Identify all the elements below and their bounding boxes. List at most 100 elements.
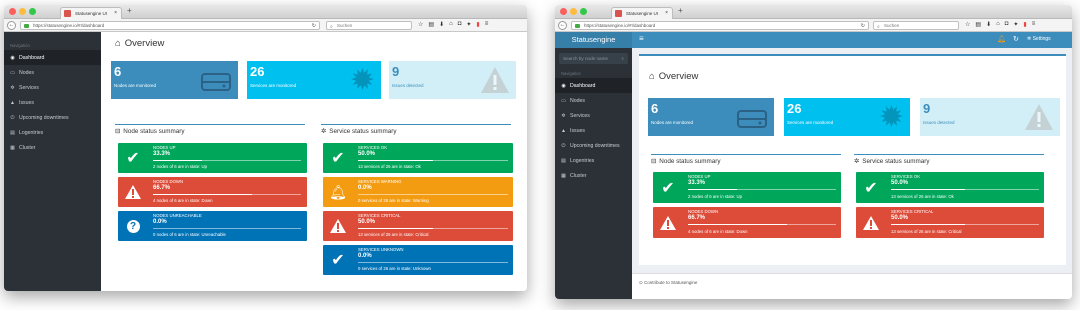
warning-icon — [1025, 104, 1053, 130]
tab-close-button[interactable]: × — [665, 8, 668, 19]
sidebar-item-logentries[interactable]: ▤ Logentries — [4, 125, 101, 140]
browser-search-input[interactable]: ⌕ Suchen — [326, 21, 412, 30]
home-icon[interactable]: ⌂ — [449, 21, 453, 28]
card-progress — [358, 262, 508, 263]
info-box-services[interactable]: 26 Services are monitored ✹ — [247, 61, 381, 99]
address-bar[interactable]: https://statusengine.io/#!/dashboard ↻ — [571, 21, 869, 30]
reload-icon[interactable]: ↻ — [861, 22, 865, 30]
sidebar-item-label: Cluster — [570, 172, 587, 179]
hamburger-menu-icon[interactable]: ≡ — [485, 21, 489, 28]
card-progress — [688, 189, 836, 190]
close-window-button[interactable] — [560, 8, 567, 15]
close-window-button[interactable] — [9, 8, 16, 15]
settings-label: Settings — [1032, 36, 1051, 42]
node-card-up[interactable]: ✔ NODES UP 33.3% 2 nodes of 6 are in sta… — [653, 172, 841, 203]
info-box-label: Services are monitored — [787, 120, 834, 125]
node-summary-header: ⊟ Node status summary — [115, 124, 305, 135]
info-box-issues[interactable]: 9 Issues detected — [389, 61, 516, 99]
reading-list-icon[interactable]: ▤ — [428, 21, 434, 28]
service-card-warning[interactable]: 🔔︎ SERVICES WARNING 0.0% 0 services of 2… — [323, 177, 513, 207]
service-card-critical[interactable]: SERVICES CRITICAL 50.0% 13 services of 2… — [856, 207, 1044, 238]
address-bar[interactable]: https://statusengine.io/#!/dashboard ↻ — [20, 21, 320, 30]
bell-icon: 🔔︎ — [329, 183, 347, 200]
extension-icon[interactable]: ✦ — [466, 21, 471, 28]
sidebar-item-downtimes[interactable]: ⏻ Upcoming downtimes — [4, 110, 101, 125]
tab-close-button[interactable]: × — [114, 8, 117, 19]
new-tab-button[interactable]: + — [678, 6, 683, 15]
refresh-icon[interactable]: ↻ — [1013, 35, 1019, 43]
sidebar-item-nodes[interactable]: ▭ Nodes — [4, 65, 101, 80]
server-icon: ▦ — [561, 172, 566, 179]
search-icon: ⌕ — [621, 56, 624, 61]
card-description: 4 nodes of 6 are in state: Down — [688, 229, 748, 234]
addon-icon[interactable]: ▮ — [1023, 21, 1026, 28]
sidebar-item-dashboard[interactable]: ◉ Dashboard — [555, 78, 632, 93]
reload-icon[interactable]: ↻ — [312, 22, 316, 30]
card-description: 13 services of 26 are in state: Critical — [891, 229, 962, 234]
sidebar-item-cluster[interactable]: ▦ Cluster — [555, 168, 632, 183]
home-icon: ⌂ — [649, 71, 655, 82]
main-content: ⌂ Overview 6 Nodes are monitored 26 Servi… — [632, 48, 1072, 299]
warning-icon — [653, 207, 683, 238]
maximize-window-button[interactable] — [29, 8, 36, 15]
addon-icon[interactable]: ▮ — [476, 21, 479, 28]
sidebar-item-logentries[interactable]: ▤ Logentries — [555, 153, 632, 168]
star-icon[interactable]: ☆ — [965, 21, 970, 28]
notification-bell-icon[interactable]: 🔔︎ — [997, 35, 1006, 43]
sidebar-item-downtimes[interactable]: ⏻ Upcoming downtimes — [555, 138, 632, 153]
sidebar-item-services[interactable]: ✲ Services — [4, 80, 101, 95]
new-tab-button[interactable]: + — [127, 6, 132, 15]
node-card-up[interactable]: ✔ NODES UP 33.3% 2 nodes of 6 are in sta… — [118, 143, 307, 173]
download-icon[interactable]: ⬇ — [439, 21, 444, 28]
browser-tab[interactable]: Statusengine UI × — [60, 7, 122, 19]
hamburger-menu-icon[interactable]: ≡ — [1032, 21, 1036, 28]
browser-search-input[interactable]: ⌕ Suchen — [873, 21, 959, 30]
page-title-text: Overview — [124, 38, 165, 49]
card-percent: 0.0% — [358, 253, 372, 259]
node-card-down[interactable]: NODES DOWN 66.7% 4 nodes of 6 are in sta… — [653, 207, 841, 238]
back-arrow-icon[interactable]: ← — [558, 21, 567, 30]
sidebar-item-issues[interactable]: ▲ Issues — [555, 123, 632, 138]
info-box-issues[interactable]: 9 Issues detected — [920, 98, 1060, 136]
service-summary-title: Service status summary — [862, 158, 930, 165]
star-icon[interactable]: ☆ — [418, 21, 423, 28]
minimize-window-button[interactable] — [570, 8, 577, 15]
settings-button[interactable]: ✲ Settings — [1027, 36, 1051, 42]
sidebar-item-label: Issues — [570, 127, 585, 134]
service-card-unknown[interactable]: ✔ SERVICES UNKNOWN 0.0% 0 services of 26… — [323, 245, 513, 275]
sidebar-item-label: Dashboard — [19, 54, 45, 61]
card-description: 13 services of 26 are in state: Ok — [891, 194, 954, 199]
database-icon: ▤ — [561, 157, 566, 164]
sidebar-item-cluster[interactable]: ▦ Cluster — [4, 140, 101, 155]
service-card-ok[interactable]: ✔ SERVICES OK 50.0% 13 services of 26 ar… — [856, 172, 1044, 203]
sidebar-item-dashboard[interactable]: ◉ Dashboard — [4, 50, 101, 65]
extension-icon[interactable]: ✦ — [1013, 21, 1018, 28]
sidebar-item-issues[interactable]: ▲ Issues — [4, 95, 101, 110]
info-box-services[interactable]: 26 Services are monitored ✹ — [784, 98, 910, 136]
info-box-nodes[interactable]: 6 Nodes are monitored — [648, 98, 774, 136]
service-card-critical[interactable]: SERVICES CRITICAL 50.0% 13 services of 2… — [323, 211, 513, 241]
back-arrow-icon[interactable]: ← — [7, 21, 16, 30]
pocket-icon[interactable]: ◘ — [458, 21, 462, 28]
pocket-icon[interactable]: ◘ — [1005, 21, 1009, 28]
desktop-icon: ▭ — [10, 69, 15, 76]
reading-list-icon[interactable]: ▤ — [975, 21, 981, 28]
service-card-ok[interactable]: ✔ SERVICES OK 50.0% 13 services of 26 ar… — [323, 143, 513, 173]
node-card-down[interactable]: NODES DOWN 66.7% 4 nodes of 6 are in sta… — [118, 177, 307, 207]
card-description: 0 nodes of 6 are in state: Unreachable — [153, 232, 226, 237]
contribute-link[interactable]: Contribute to Statusengine — [644, 280, 697, 285]
info-box-nodes[interactable]: 6 Nodes are monitored — [111, 61, 238, 99]
info-box-label: Nodes are monitored — [651, 120, 694, 125]
home-icon[interactable]: ⌂ — [996, 21, 1000, 28]
node-search-input[interactable]: Search by node name ⌕ — [559, 53, 628, 64]
node-card-unreachable[interactable]: ? NODES UNREACHABLE 0.0% 0 nodes of 6 ar… — [118, 211, 307, 241]
brand-logo[interactable]: Statusengine — [555, 32, 632, 48]
download-icon[interactable]: ⬇ — [986, 21, 991, 28]
sidebar-item-nodes[interactable]: ▭ Nodes — [555, 93, 632, 108]
info-box-number: 26 — [250, 64, 265, 79]
sidebar-item-services[interactable]: ✲ Services — [555, 108, 632, 123]
sidebar-toggle-icon[interactable]: ≡ — [639, 34, 644, 43]
browser-tab[interactable]: Statusengine UI × — [611, 7, 673, 19]
minimize-window-button[interactable] — [19, 8, 26, 15]
maximize-window-button[interactable] — [580, 8, 587, 15]
